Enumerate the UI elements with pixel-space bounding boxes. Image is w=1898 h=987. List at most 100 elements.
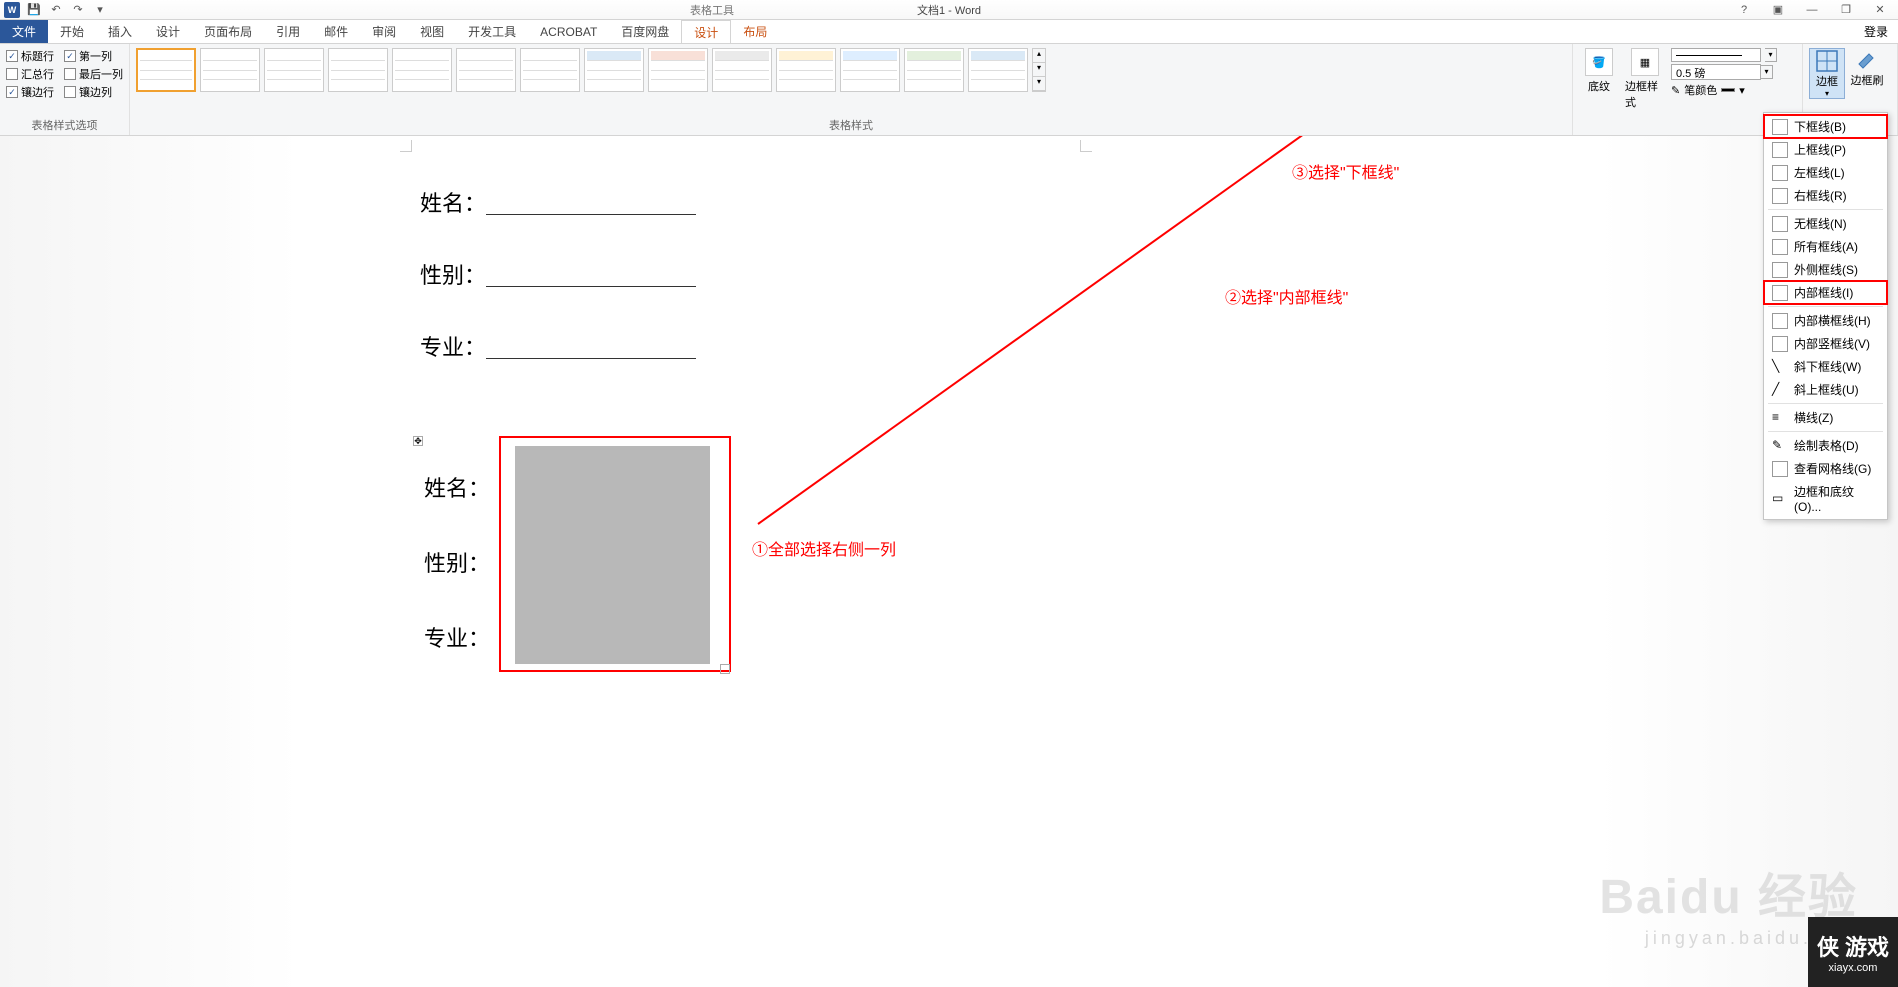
border-painter-button[interactable]: 边框刷 (1849, 48, 1885, 99)
menu-separator (1768, 306, 1883, 307)
chk-first-col-label: 第一列 (79, 48, 112, 64)
tab-design[interactable]: 设计 (144, 20, 192, 43)
underline (486, 261, 696, 287)
menu-diagonal-up[interactable]: ╱斜上框线(U) (1764, 378, 1887, 401)
qat-undo-icon[interactable]: ↶ (48, 2, 64, 18)
table-style-thumb[interactable] (712, 48, 772, 92)
tab-table-design[interactable]: 设计 (681, 20, 731, 43)
tab-baidu[interactable]: 百度网盘 (609, 20, 681, 43)
menu-all-borders[interactable]: 所有框线(A) (1764, 235, 1887, 258)
menu-diagonal-down[interactable]: ╲斜下框线(W) (1764, 355, 1887, 378)
tab-page-layout[interactable]: 页面布局 (192, 20, 264, 43)
window-title: 文档1 - Word (917, 2, 981, 18)
tab-references[interactable]: 引用 (264, 20, 312, 43)
pencil-icon: ✎ (1772, 438, 1788, 454)
close-icon[interactable]: ✕ (1868, 3, 1892, 16)
table-style-thumb[interactable] (264, 48, 324, 92)
tab-developer[interactable]: 开发工具 (456, 20, 528, 43)
minimize-icon[interactable]: — (1800, 4, 1824, 16)
qat-redo-icon[interactable]: ↷ (70, 2, 86, 18)
chk-first-col[interactable]: ✓第一列 (64, 48, 112, 64)
table-style-thumb[interactable] (776, 48, 836, 92)
table-style-thumb[interactable] (584, 48, 644, 92)
pen-color-swatch (1721, 88, 1735, 92)
annotation-arrow (728, 136, 1408, 534)
table-style-thumb[interactable] (392, 48, 452, 92)
line-sample-icon (1671, 48, 1761, 62)
table-resize-handle-icon[interactable] (720, 664, 730, 674)
tab-acrobat[interactable]: ACROBAT (528, 20, 609, 43)
menu-borders-dialog[interactable]: ▭边框和底纹(O)... (1764, 480, 1887, 517)
menu-no-border[interactable]: 无框线(N) (1764, 212, 1887, 235)
menu-inside-vertical[interactable]: 内部竖框线(V) (1764, 332, 1887, 355)
table-style-thumb[interactable] (200, 48, 260, 92)
menu-label: 内部竖框线(V) (1794, 335, 1870, 352)
chk-banded-col-label: 镶边列 (79, 84, 112, 100)
chk-header-row[interactable]: ✓标题行 (6, 48, 54, 64)
table-style-thumb[interactable] (456, 48, 516, 92)
inside-v-border-icon (1772, 336, 1788, 352)
tab-review[interactable]: 审阅 (360, 20, 408, 43)
menu-outside-borders[interactable]: 外侧框线(S) (1764, 258, 1887, 281)
help-icon[interactable]: ? (1732, 4, 1756, 16)
document-area[interactable]: 姓名： 性别： 专业： ✥ 姓名： 性别： 专业： ①全部选择右侧一列 ②选择"… (0, 136, 1898, 987)
pen-color-label: 笔颜色 (1684, 82, 1717, 98)
chk-banded-row[interactable]: ✓镶边行 (6, 84, 54, 100)
menu-label: 边框和底纹(O)... (1794, 483, 1879, 514)
ribbon-toggle-icon[interactable]: ▣ (1766, 3, 1790, 16)
table-style-thumb[interactable] (904, 48, 964, 92)
chk-last-col[interactable]: 最后一列 (64, 66, 123, 82)
menu-right-border[interactable]: 右框线(R) (1764, 184, 1887, 207)
table-style-thumb[interactable] (328, 48, 388, 92)
menu-inside-borders[interactable]: 内部框线(I) (1764, 281, 1887, 304)
login-link[interactable]: 登录 (1864, 20, 1898, 43)
tab-table-layout[interactable]: 布局 (731, 20, 779, 43)
menu-horizontal-line[interactable]: ≡横线(Z) (1764, 406, 1887, 429)
chk-banded-col[interactable]: 镶边列 (64, 84, 112, 100)
chevron-down-icon[interactable]: ▾ (1765, 48, 1777, 62)
border-style-button[interactable]: ▦ 边框样式 (1625, 48, 1665, 110)
menu-label: 查看网格线(G) (1794, 460, 1871, 477)
group-label-styles: 表格样式 (136, 117, 1566, 133)
tab-view[interactable]: 视图 (408, 20, 456, 43)
qat-more-icon[interactable]: ▾ (92, 2, 108, 18)
shading-button[interactable]: 🪣 底纹 (1579, 48, 1619, 110)
annotation-box-1 (499, 436, 731, 672)
table-style-thumb[interactable] (136, 48, 196, 92)
line-style-select[interactable]: ▾ (1671, 48, 1777, 62)
ribbon-tabs: 文件 开始 插入 设计 页面布局 引用 邮件 审阅 视图 开发工具 ACROBA… (0, 20, 1898, 44)
top-border-icon (1772, 142, 1788, 158)
chevron-down-icon[interactable]: ▾ (1761, 65, 1773, 79)
menu-left-border[interactable]: 左框线(L) (1764, 161, 1887, 184)
line-weight-select[interactable]: 0.5 磅 ▾ (1671, 64, 1777, 80)
gallery-down-icon[interactable]: ▾ (1033, 63, 1045, 77)
title-bar: W 💾 ↶ ↷ ▾ 文档1 - Word 表格工具 ? ▣ — ❐ ✕ (0, 0, 1898, 20)
pen-color-button[interactable]: ✎ 笔颜色 ▾ (1671, 82, 1777, 98)
chk-total-row[interactable]: 汇总行 (6, 66, 54, 82)
annotation-text-3: ③选择"下框线" (1292, 159, 1399, 183)
gallery-more-icon[interactable]: ▾ (1033, 77, 1045, 91)
qat-save-icon[interactable]: 💾 (26, 2, 42, 18)
table-move-handle-icon[interactable]: ✥ (413, 436, 423, 446)
menu-top-border[interactable]: 上框线(P) (1764, 138, 1887, 161)
table-style-thumb[interactable] (520, 48, 580, 92)
restore-icon[interactable]: ❐ (1834, 3, 1858, 16)
menu-bottom-border[interactable]: 下框线(B) (1764, 115, 1887, 138)
all-borders-icon (1772, 239, 1788, 255)
tab-mailings[interactable]: 邮件 (312, 20, 360, 43)
field-major-top: 专业： (420, 330, 696, 362)
tab-file[interactable]: 文件 (0, 20, 48, 43)
menu-separator (1768, 209, 1883, 210)
gallery-up-icon[interactable]: ▴ (1033, 49, 1045, 63)
borders-button[interactable]: 边框▾ (1809, 48, 1845, 99)
table-style-thumb[interactable] (968, 48, 1028, 92)
table-style-thumb[interactable] (840, 48, 900, 92)
table-style-thumb[interactable] (648, 48, 708, 92)
menu-draw-table[interactable]: ✎绘制表格(D) (1764, 434, 1887, 457)
menu-inside-horizontal[interactable]: 内部横框线(H) (1764, 309, 1887, 332)
menu-view-gridlines[interactable]: 查看网格线(G) (1764, 457, 1887, 480)
menu-label: 外侧框线(S) (1794, 261, 1858, 278)
tab-insert[interactable]: 插入 (96, 20, 144, 43)
chk-header-row-label: 标题行 (21, 48, 54, 64)
tab-home[interactable]: 开始 (48, 20, 96, 43)
